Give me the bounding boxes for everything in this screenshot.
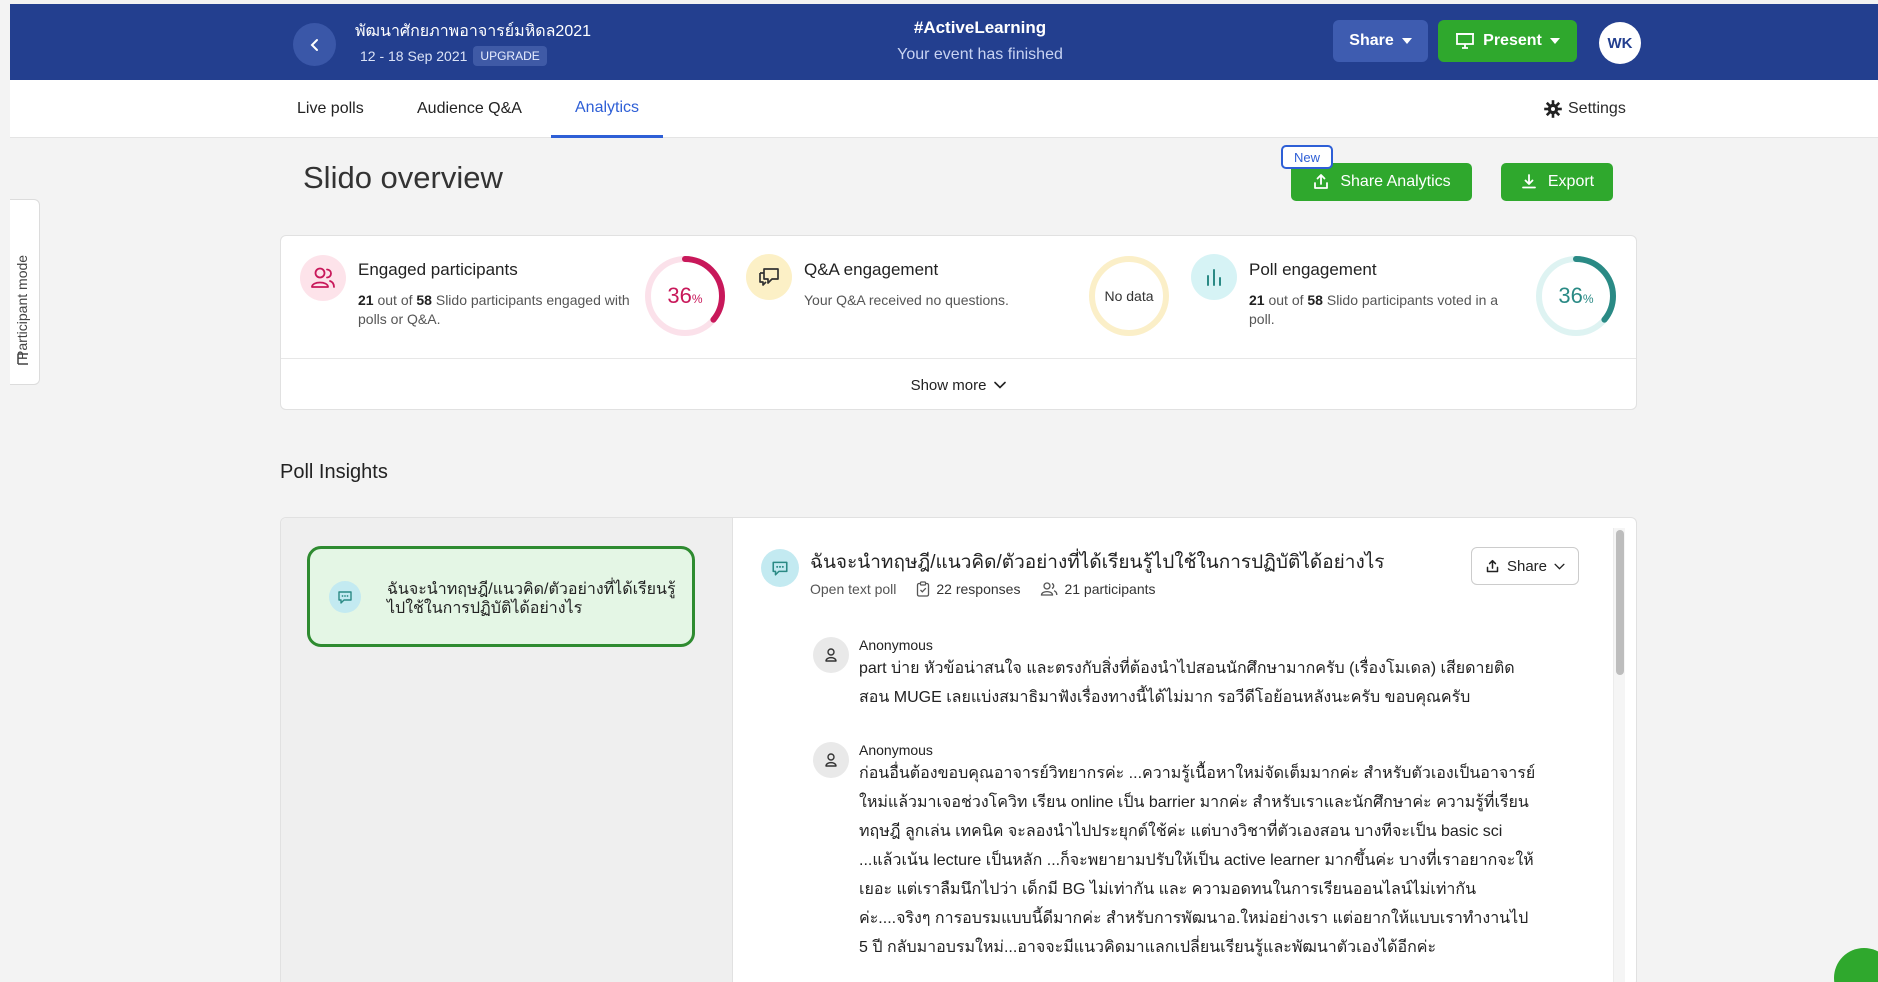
poll-engagement-title: Poll engagement: [1249, 260, 1377, 279]
poll-share-button[interactable]: Share: [1471, 547, 1579, 585]
share-analytics-label: Share Analytics: [1340, 173, 1451, 190]
share-button-label: Share: [1349, 32, 1394, 49]
export-button[interactable]: Export: [1501, 163, 1613, 201]
response-author: Anonymous: [859, 742, 933, 758]
tab-bar: Live polls Audience Q&A Analytics Settin…: [10, 80, 1878, 138]
poll-count: 21: [1249, 292, 1265, 308]
qa-icon: [746, 254, 792, 300]
chevron-down-icon: [1554, 563, 1565, 570]
download-icon: [1521, 174, 1536, 189]
settings-label: Settings: [1568, 100, 1626, 117]
responses-count: 22 responses: [916, 581, 1020, 597]
gear-icon: [1544, 100, 1562, 118]
stats-card: Engaged participants 21 out of 58 Slido …: [280, 235, 1637, 410]
caret-down-icon: [1401, 38, 1412, 44]
engaged-percent-label: 36%: [643, 254, 727, 338]
presentation-icon: [1456, 33, 1475, 49]
back-button[interactable]: [293, 23, 336, 66]
poll-insights-title: Poll Insights: [280, 461, 388, 483]
new-badge: New: [1281, 145, 1333, 169]
upload-icon: [1314, 174, 1329, 189]
poll-question: ฉันจะนำทฤษฎี/แนวคิด/ตัวอย่างที่ได้เรียนร…: [810, 552, 1385, 573]
participant-mode-label: Participant mode: [14, 254, 30, 360]
participants-icon: [300, 255, 346, 301]
response-author: Anonymous: [859, 637, 933, 653]
engaged-desc-1: out of: [377, 292, 413, 308]
engaged-total: 58: [416, 292, 432, 308]
poll-bars-icon: [1191, 254, 1237, 300]
help-button[interactable]: [1834, 948, 1878, 982]
export-label: Export: [1547, 173, 1595, 190]
engaged-count: 21: [358, 292, 374, 308]
qa-engagement-desc: Your Q&A received no questions.: [804, 292, 1009, 308]
engaged-percent-ring: 36%: [643, 254, 727, 338]
share-button[interactable]: Share: [1333, 20, 1428, 62]
qa-no-data-label: No data: [1104, 288, 1154, 304]
clipboard-check-icon: [917, 581, 930, 597]
engaged-participants-title: Engaged participants: [358, 260, 518, 279]
upload-icon: [1486, 559, 1499, 572]
show-more-button[interactable]: Show more: [281, 359, 1636, 411]
qa-ring: No data: [1087, 254, 1171, 338]
chevron-down-icon: [994, 381, 1007, 389]
event-dates-row: 12 - 18 Sep 2021 UPGRADE: [360, 46, 547, 66]
tab-audience-qa[interactable]: Audience Q&A: [417, 80, 522, 138]
user-icon: [813, 742, 849, 778]
engaged-percent-value: 36: [667, 283, 692, 308]
poll-desc-1: out of: [1268, 292, 1304, 308]
present-button-label: Present: [1483, 32, 1542, 49]
participants-icon: [1041, 582, 1058, 596]
poll-percent-value: 36: [1558, 283, 1583, 308]
poll-total: 58: [1307, 292, 1323, 308]
poll-share-label: Share: [1506, 557, 1548, 575]
top-bar: พัฒนาศักยภาพอาจารย์มหิดล2021 12 - 18 Sep…: [10, 4, 1878, 80]
poll-engagement-desc: 21 out of 58 Slido participants voted in…: [1249, 291, 1524, 329]
poll-list-item[interactable]: ฉันจะนำทฤษฎี/แนวคิด/ตัวอย่างที่ได้เรียนร…: [307, 546, 695, 647]
tab-live-polls[interactable]: Live polls: [297, 80, 364, 138]
engaged-participants-desc: 21 out of 58 Slido participants engaged …: [358, 291, 633, 329]
engaged-percent-sign: %: [691, 292, 703, 306]
participant-mode-toggle[interactable]: Participant mode: [10, 199, 40, 385]
response-text: part บ่าย หัวข้อน่าสนใจ และตรงกับสิ่งที่…: [859, 660, 1515, 706]
device-icon: [17, 353, 28, 365]
event-title: พัฒนาศักยภาพอาจารย์มหิดล2021: [355, 23, 592, 40]
poll-percent-label: 36%: [1534, 254, 1618, 338]
responses-label: 22 responses: [936, 581, 1021, 597]
event-dates: 12 - 18 Sep 2021: [360, 48, 468, 64]
poll-list: ฉันจะนำทฤษฎี/แนวคิด/ตัวอย่างที่ได้เรียนร…: [281, 518, 733, 982]
present-button[interactable]: Present: [1438, 20, 1577, 62]
tab-analytics[interactable]: Analytics: [551, 80, 664, 138]
speech-bubble-icon: [761, 549, 799, 587]
page-title: Slido overview: [303, 160, 503, 195]
speech-bubble-icon: [329, 581, 361, 613]
scrollbar[interactable]: [1613, 528, 1625, 982]
upgrade-badge[interactable]: UPGRADE: [473, 46, 547, 66]
poll-percent-ring: 36%: [1534, 254, 1618, 338]
scrollbar-thumb[interactable]: [1616, 530, 1624, 675]
response-text: ก่อนอื่นต้องขอบคุณอาจารย์วิทยากรค่ะ ...ค…: [859, 765, 1536, 956]
event-status: Your event has finished: [897, 46, 1063, 63]
show-more-label: Show more: [910, 376, 987, 394]
participants-count: 21 participants: [1040, 581, 1156, 597]
poll-insights-panel: ฉันจะนำทฤษฎี/แนวคิด/ตัวอย่างที่ได้เรียนร…: [280, 517, 1637, 982]
settings-button[interactable]: Settings: [1544, 80, 1626, 138]
poll-list-item-text: ฉันจะนำทฤษฎี/แนวคิด/ตัวอย่างที่ได้เรียนร…: [387, 581, 676, 617]
chevron-left-icon: [310, 38, 318, 51]
user-icon: [813, 637, 849, 673]
poll-type: Open text poll: [810, 581, 897, 597]
poll-percent-sign: %: [1582, 292, 1594, 306]
event-code: #ActiveLearning: [913, 18, 1047, 37]
user-avatar[interactable]: WK: [1599, 22, 1641, 64]
participants-label: 21 participants: [1064, 581, 1156, 597]
qa-engagement-title: Q&A engagement: [804, 260, 939, 279]
caret-down-icon: [1549, 38, 1560, 44]
poll-meta: Open text poll 22 responses 21 participa…: [810, 581, 1156, 597]
